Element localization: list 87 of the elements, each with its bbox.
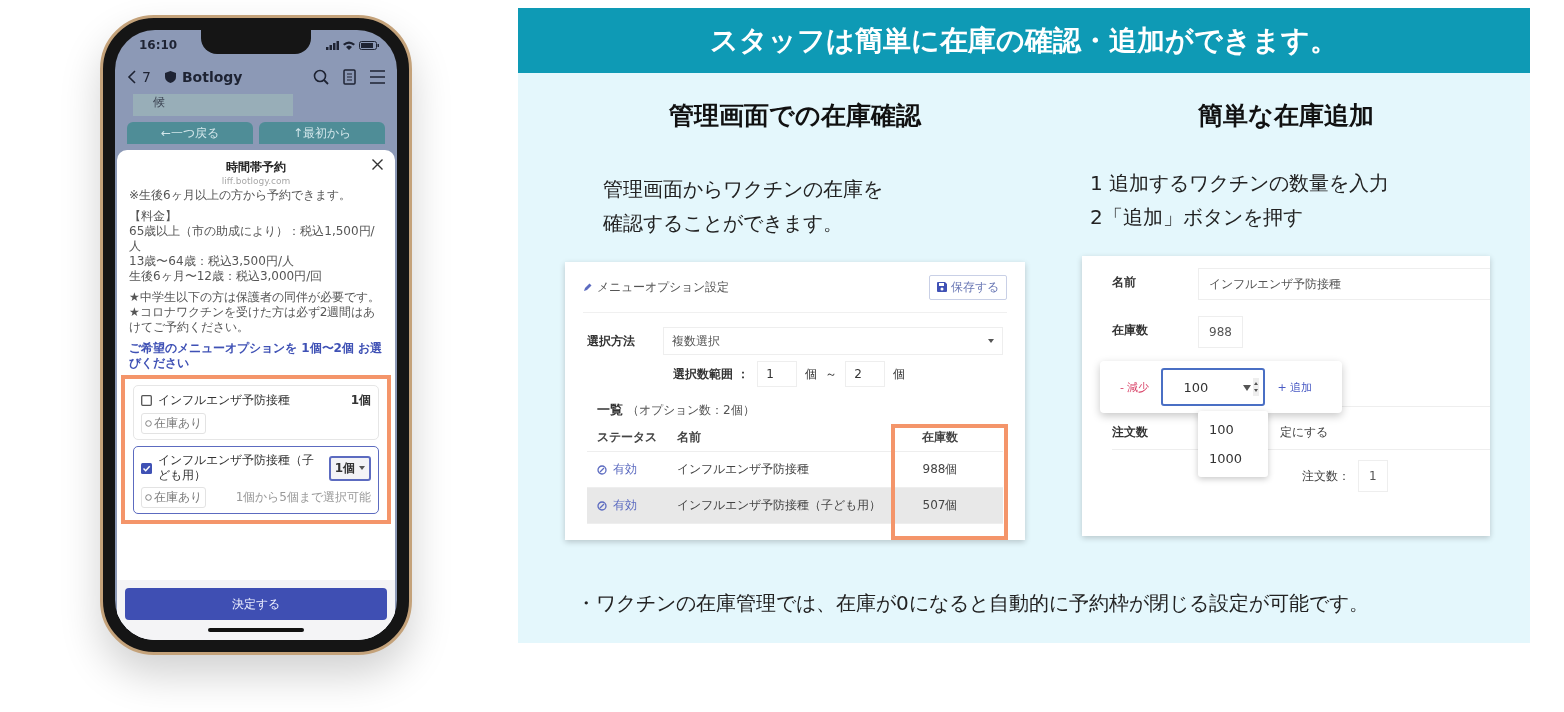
dropdown-item[interactable]: 1000 — [1198, 444, 1268, 473]
column-header: ステータス — [597, 428, 658, 446]
column-header: 名前 — [677, 428, 702, 446]
caret-icon — [988, 339, 994, 343]
description-text: 管理画面からワクチンの在庫を — [603, 176, 884, 203]
wifi-icon — [343, 40, 355, 50]
section-heading: 簡単な在庫追加 — [1198, 100, 1374, 132]
stock-field[interactable]: 988 — [1198, 316, 1243, 348]
status-text: 有効 — [613, 497, 637, 514]
field-label: 在庫数 — [1112, 322, 1149, 339]
chat-title: Botlogy — [181, 69, 243, 85]
info-text: 65歳以上（市の助成により）：税込1,500円/人 — [129, 224, 376, 254]
quantity-select[interactable]: 1個 — [328, 455, 371, 481]
checkbox[interactable] — [141, 395, 152, 406]
add-button[interactable]: + 追加 — [1277, 379, 1313, 395]
info-text: ★コロナワクチンを受けた方は必ず2週間はあけてご予約ください。 — [129, 305, 377, 335]
range-separator: ～ — [825, 365, 838, 383]
count-field[interactable]: 1 — [1358, 460, 1388, 492]
step-text: 2「追加」ボタンを押す — [1090, 204, 1304, 231]
setting-text: 定にする — [1280, 423, 1328, 441]
table-row[interactable]: 有効 インフルエンザ予防接種（子ども用） 507個 — [587, 488, 1003, 524]
unit-text: 個 — [805, 365, 818, 383]
amount-field[interactable]: 100 — [1161, 368, 1266, 406]
message-card: 候 — [133, 94, 293, 116]
sheet-url: liff.botlogy.com — [221, 176, 291, 186]
field-label: 名前 — [1112, 274, 1137, 291]
footnote-text: ・ワクチンの在庫管理では、在庫が0になると自動的に予約枠が閉じる設定が可能です。 — [576, 590, 1370, 617]
pencil-icon — [583, 282, 592, 292]
checkbox[interactable] — [141, 462, 152, 474]
section-heading: 管理画面での在庫確認 — [669, 100, 921, 132]
shield-icon — [164, 71, 176, 83]
field-label: 注文数 — [1112, 423, 1149, 441]
search-icon[interactable] — [313, 69, 329, 85]
spinner-icon — [1243, 378, 1260, 396]
info-text: ★中学生以下の方は保護者の同伴が必要です。 — [129, 290, 381, 305]
option-note: 1個から5個まで選択可能 — [235, 489, 371, 506]
caret-icon — [359, 466, 365, 470]
info-text: 【料金】 — [129, 209, 178, 224]
table-cell-text: 507個 — [921, 497, 959, 514]
status-time: 16:10 — [139, 38, 178, 52]
card-title: メニューオプション設定 — [597, 278, 730, 296]
save-icon — [937, 282, 947, 292]
options-heading: ご希望のメニューオプションを 1個〜2個 お選びください — [129, 341, 383, 371]
battery-icon — [359, 40, 379, 50]
save-button[interactable]: 保存する — [929, 274, 1007, 300]
name-field[interactable]: インフルエンザ予防接種 — [1198, 268, 1490, 300]
option-count: （オプション数：2個） — [627, 402, 755, 419]
field-label: 注文数： — [1302, 467, 1350, 485]
menu-icon[interactable] — [370, 70, 385, 84]
document-icon[interactable] — [343, 69, 356, 85]
option-name: インフルエンザ予防接種 — [158, 393, 291, 408]
quantity-text: 1個 — [350, 392, 371, 409]
decrease-button[interactable]: - 減少 — [1120, 379, 1150, 395]
close-icon[interactable] — [372, 159, 383, 170]
list-title: 一覧 — [597, 401, 623, 419]
stock-badge: 在庫あり — [141, 413, 206, 434]
stock-badge: 在庫あり — [141, 487, 206, 508]
select-field[interactable]: 複数選択 — [663, 327, 1003, 355]
circle-icon — [145, 494, 152, 501]
unit-text: 個 — [893, 365, 906, 383]
table-cell-text: インフルエンザ予防接種（子ども用） — [677, 497, 882, 514]
number-field[interactable]: 1 — [757, 361, 798, 387]
signal-icon — [326, 40, 339, 50]
table-cell-text: 988個 — [921, 461, 959, 478]
field-label: 選択方法 — [587, 332, 636, 350]
info-text: 13歳〜64歳：税込3,500円/人 — [129, 254, 295, 269]
option-card[interactable]: インフルエンザ予防接種 1個 在庫あり — [133, 385, 379, 440]
step-text: 1 追加するワクチンの数量を入力 — [1090, 170, 1391, 197]
submit-button[interactable]: 決定する — [125, 588, 387, 620]
back-count: 7 — [142, 69, 151, 85]
info-text: 生後6ヶ月〜12歳：税込3,000円/回 — [129, 269, 324, 284]
info-text: ※生後6ヶ月以上の方から予約できます。 — [129, 188, 352, 203]
field-label: 選択数範囲 ： — [673, 365, 750, 383]
number-field[interactable]: 2 — [845, 361, 886, 387]
dropdown-item[interactable]: 100 — [1198, 415, 1268, 444]
column-header: 在庫数 — [921, 428, 959, 446]
status-icon — [597, 500, 607, 511]
table-cell-text: インフルエンザ予防接種 — [677, 461, 810, 478]
circle-icon — [145, 420, 152, 427]
back-icon[interactable] — [127, 70, 136, 84]
description-text: 確認することができます。 — [603, 210, 844, 237]
option-card[interactable]: インフルエンザ予防接種（子ども用） 1個 在庫あり 1個から5個まで選択可能 — [133, 446, 379, 514]
sheet-title: 時間帯予約 — [226, 159, 286, 176]
status-icon — [597, 464, 607, 475]
status-text: 有効 — [613, 461, 637, 478]
option-name: インフルエンザ予防接種（子ども用） — [158, 453, 315, 483]
panel-title: スタッフは簡単に在庫の確認・追加ができます。 — [710, 22, 1338, 59]
